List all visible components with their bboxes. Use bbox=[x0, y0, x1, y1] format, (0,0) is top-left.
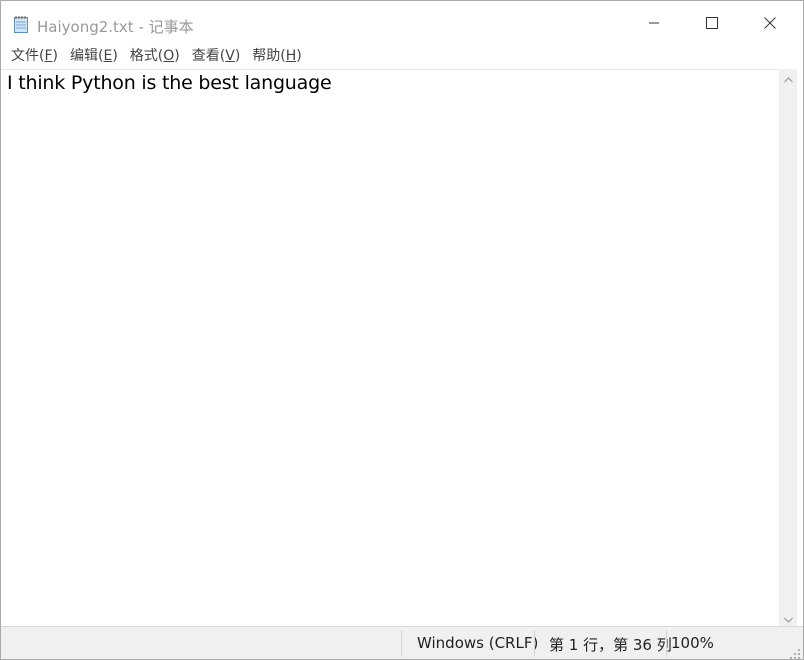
scroll-down-button[interactable] bbox=[779, 609, 797, 626]
status-zoom: 100% bbox=[671, 634, 714, 652]
resize-grip-icon[interactable] bbox=[789, 645, 801, 659]
menu-view[interactable]: 查看(V) bbox=[186, 45, 247, 68]
text-editor[interactable]: I think Python is the best language bbox=[1, 69, 779, 626]
maximize-icon bbox=[706, 14, 718, 33]
maximize-button[interactable] bbox=[683, 1, 741, 45]
menu-help[interactable]: 帮助(H) bbox=[246, 45, 307, 68]
chevron-up-icon bbox=[783, 68, 793, 87]
status-bar: Windows (CRLF) 第 1 行，第 36 列 100% bbox=[1, 626, 803, 659]
close-button[interactable] bbox=[741, 1, 799, 45]
minimize-icon bbox=[648, 14, 660, 33]
window-title: Haiyong2.txt - 记事本 bbox=[37, 18, 194, 36]
status-separator bbox=[401, 630, 402, 657]
menu-format[interactable]: 格式(O) bbox=[124, 45, 186, 68]
status-separator bbox=[666, 630, 667, 657]
status-position: 第 1 行，第 36 列 bbox=[549, 636, 672, 654]
notepad-window: Haiyong2.txt - 记事本 文件(F) 编辑(E) 格式(O) 查看(… bbox=[0, 0, 804, 660]
chevron-down-icon bbox=[783, 608, 793, 627]
menu-edit[interactable]: 编辑(E) bbox=[64, 45, 124, 68]
scroll-up-button[interactable] bbox=[779, 69, 797, 86]
editor-content[interactable]: I think Python is the best language bbox=[7, 72, 332, 94]
status-separator bbox=[534, 630, 535, 657]
status-encoding: Windows (CRLF) bbox=[417, 634, 539, 652]
vertical-scrollbar[interactable] bbox=[779, 69, 797, 626]
menu-file[interactable]: 文件(F) bbox=[5, 45, 64, 68]
menu-bar: 文件(F) 编辑(E) 格式(O) 查看(V) 帮助(H) bbox=[1, 45, 803, 68]
minimize-button[interactable] bbox=[625, 1, 683, 45]
title-bar[interactable]: Haiyong2.txt - 记事本 bbox=[1, 1, 803, 45]
close-icon bbox=[764, 14, 776, 33]
notepad-icon[interactable] bbox=[13, 15, 29, 33]
